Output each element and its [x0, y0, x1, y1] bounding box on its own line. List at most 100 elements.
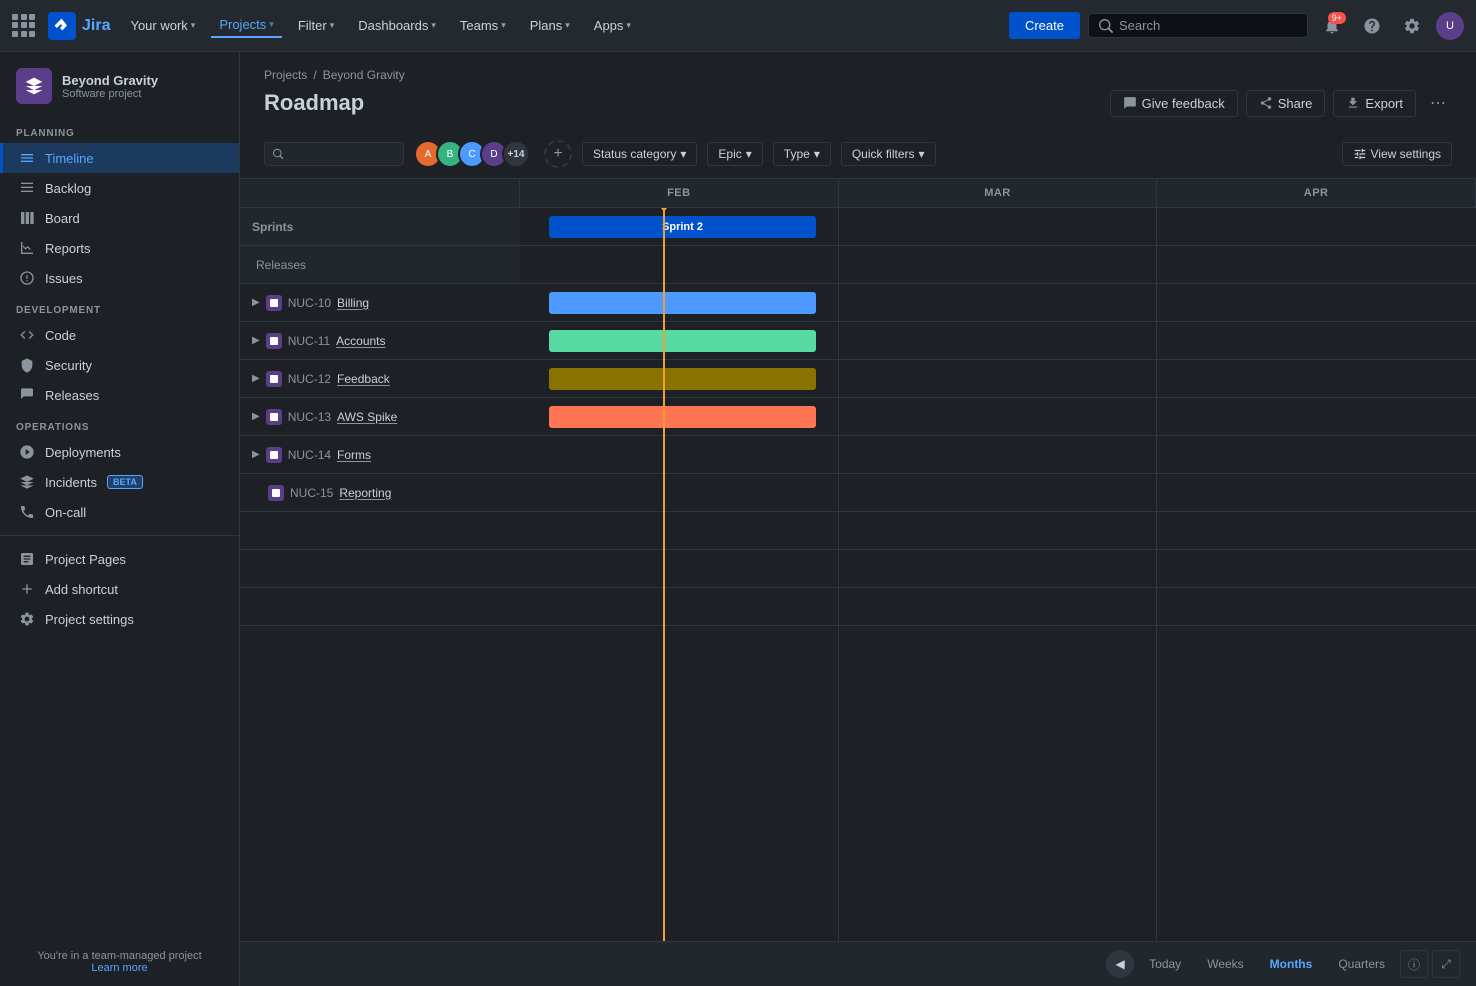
gantt-chart: FEB MAR APR Sprints Releases: [240, 179, 1476, 941]
sidebar-item-backlog[interactable]: Backlog: [0, 173, 239, 203]
add-person-button[interactable]: +: [544, 140, 572, 168]
breadcrumb-projects[interactable]: Projects: [264, 68, 307, 82]
task-bar-nuc12[interactable]: [549, 368, 817, 390]
chevron-down-icon: ▾: [919, 147, 925, 161]
task-bar-nuc11[interactable]: [549, 330, 817, 352]
sidebar-item-label: Security: [45, 358, 92, 373]
empty-bar-row-1: [520, 512, 1476, 550]
breadcrumb-project[interactable]: Beyond Gravity: [323, 68, 405, 82]
issue-icon-nuc13: [266, 409, 282, 425]
gantt-left-header: [240, 179, 520, 207]
sidebar-item-incidents[interactable]: Incidents BETA: [0, 467, 239, 497]
gantt-right-column: Sprint 2: [520, 208, 1476, 941]
expand-nuc12[interactable]: ▶: [252, 373, 260, 384]
sidebar-item-label: Backlog: [45, 181, 91, 196]
issue-name-nuc13[interactable]: AWS Spike: [337, 410, 397, 424]
sidebar-item-code[interactable]: Code: [0, 320, 239, 350]
issue-name-nuc10[interactable]: Billing: [337, 296, 369, 310]
projects-menu[interactable]: Projects▾: [211, 13, 282, 38]
create-button[interactable]: Create: [1009, 12, 1080, 39]
issue-name-nuc14[interactable]: Forms: [337, 448, 371, 462]
gantt-header: FEB MAR APR: [240, 179, 1476, 208]
sidebar-item-board[interactable]: Board: [0, 203, 239, 233]
project-settings-icon: [19, 611, 35, 627]
view-settings-button[interactable]: View settings: [1342, 142, 1452, 166]
more-options-button[interactable]: ⋯: [1424, 88, 1452, 118]
plans-menu[interactable]: Plans▾: [522, 14, 578, 37]
weeks-button[interactable]: Weeks: [1196, 951, 1254, 977]
sprint-2-bar[interactable]: Sprint 2: [549, 216, 817, 238]
page-header: Projects / Beyond Gravity Roadmap Give f…: [240, 52, 1476, 130]
months-button[interactable]: Months: [1259, 951, 1324, 977]
issue-name-nuc11[interactable]: Accounts: [336, 334, 385, 348]
filter-menu[interactable]: Filter▾: [290, 14, 342, 37]
quick-filters[interactable]: Quick filters ▾: [841, 142, 936, 166]
sidebar-item-oncall[interactable]: On-call: [0, 497, 239, 527]
code-icon: [19, 327, 35, 343]
teams-menu[interactable]: Teams▾: [452, 14, 514, 37]
issue-row-nuc15: NUC-15 Reporting: [240, 474, 520, 512]
today-button[interactable]: Today: [1138, 951, 1192, 977]
task-bar-nuc10[interactable]: [549, 292, 817, 314]
search-input[interactable]: [288, 147, 395, 161]
sidebar-item-reports[interactable]: Reports: [0, 233, 239, 263]
user-avatar[interactable]: U: [1436, 12, 1464, 40]
scroll-left-button[interactable]: ◀: [1106, 950, 1134, 978]
sidebar-item-security[interactable]: Security: [0, 350, 239, 380]
settings-button[interactable]: [1396, 10, 1428, 42]
sidebar-item-timeline[interactable]: Timeline: [0, 143, 239, 173]
sprint-row: Sprint 2: [520, 208, 1476, 246]
bar-row-nuc15: [520, 474, 1476, 512]
give-feedback-button[interactable]: Give feedback: [1110, 90, 1238, 117]
avatar-count: +14: [502, 140, 530, 168]
sidebar-item-label: Code: [45, 328, 76, 343]
sidebar-item-issues[interactable]: Issues: [0, 263, 239, 293]
apps-menu[interactable]: Apps▾: [586, 14, 639, 37]
search-box[interactable]: Search: [1088, 13, 1308, 38]
expand-nuc11[interactable]: ▶: [252, 335, 260, 346]
type-filter[interactable]: Type ▾: [773, 142, 831, 166]
project-pages-icon: [19, 551, 35, 567]
export-button[interactable]: Export: [1333, 90, 1416, 117]
sidebar-item-project-pages[interactable]: Project Pages: [0, 544, 239, 574]
issue-icon-nuc11: [266, 333, 282, 349]
help-button[interactable]: [1356, 10, 1388, 42]
issue-name-nuc12[interactable]: Feedback: [337, 372, 390, 386]
more-dots-icon: ⋯: [1430, 93, 1446, 113]
learn-more-link[interactable]: Learn more: [91, 962, 147, 974]
releases-icon: [19, 387, 35, 403]
sidebar-item-add-shortcut[interactable]: Add shortcut: [0, 574, 239, 604]
share-button[interactable]: Share: [1246, 90, 1326, 117]
main-content: Projects / Beyond Gravity Roadmap Give f…: [240, 52, 1476, 986]
expand-nuc13[interactable]: ▶: [252, 411, 260, 422]
issue-name-nuc15[interactable]: Reporting: [339, 486, 391, 500]
quarters-button[interactable]: Quarters: [1327, 951, 1396, 977]
search-placeholder: Search: [1119, 18, 1160, 33]
add-shortcut-icon: [19, 581, 35, 597]
issue-id-nuc11: NUC-11: [288, 334, 330, 348]
sidebar-item-project-settings[interactable]: Project settings: [0, 604, 239, 634]
app-switcher-icon[interactable]: [12, 14, 36, 38]
sidebar-item-releases[interactable]: Releases: [0, 380, 239, 410]
notifications-button[interactable]: 9+: [1316, 10, 1348, 42]
sidebar-item-label: Issues: [45, 271, 83, 286]
expand-nuc10[interactable]: ▶: [252, 297, 260, 308]
sidebar: Beyond Gravity Software project PLANNING…: [0, 52, 240, 986]
fullscreen-button[interactable]: ⤢: [1432, 950, 1460, 978]
issue-id-nuc10: NUC-10: [288, 296, 331, 310]
sidebar-item-deployments[interactable]: Deployments: [0, 437, 239, 467]
dashboards-menu[interactable]: Dashboards▾: [350, 14, 444, 37]
roadmap-search[interactable]: [264, 142, 404, 166]
your-work-menu[interactable]: Your work▾: [122, 14, 203, 37]
status-category-filter[interactable]: Status category ▾: [582, 142, 697, 166]
top-navigation: Jira Your work▾ Projects▾ Filter▾ Dashbo…: [0, 0, 1476, 52]
gantt-months: FEB MAR APR: [520, 179, 1476, 207]
epic-filter[interactable]: Epic ▾: [707, 142, 762, 166]
info-button[interactable]: ⓘ: [1400, 950, 1428, 978]
expand-nuc14[interactable]: ▶: [252, 449, 260, 460]
gantt-body: Sprints Releases ▶ NUC-10 Billing ▶: [240, 208, 1476, 941]
empty-row-1: [240, 512, 520, 550]
issue-icon-nuc14: [266, 447, 282, 463]
task-bar-nuc13[interactable]: [549, 406, 817, 428]
project-icon: [16, 68, 52, 104]
